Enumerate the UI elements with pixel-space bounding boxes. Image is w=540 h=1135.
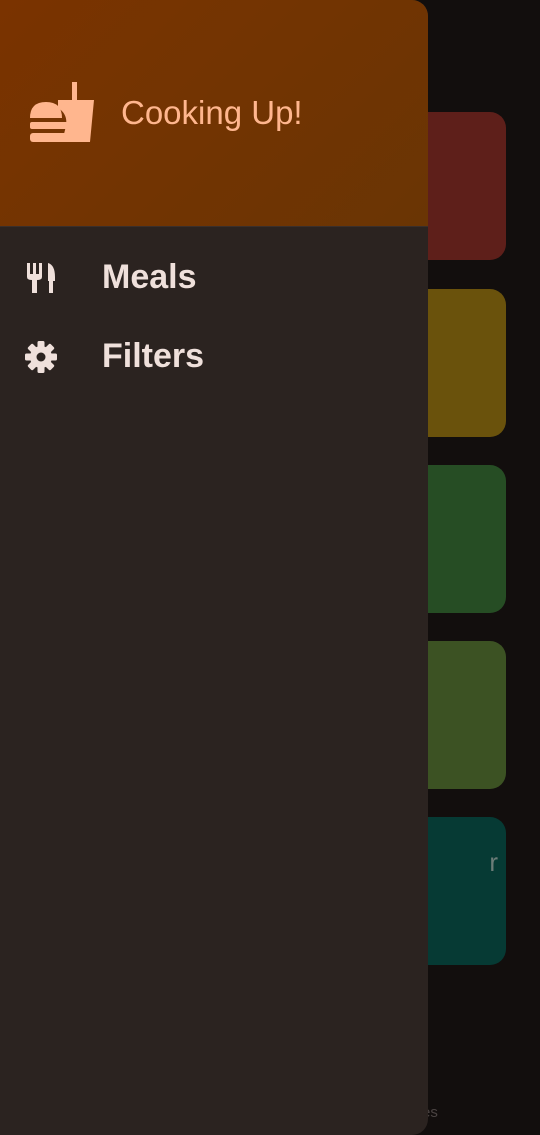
navigation-drawer: Cooking Up! Meals Filters xyxy=(0,0,428,1135)
restaurant-icon xyxy=(27,263,55,293)
settings-icon xyxy=(25,341,57,373)
nav-item-meals[interactable]: Meals xyxy=(0,241,428,313)
drawer-title: Cooking Up! xyxy=(121,94,303,131)
nav-item-label: Filters xyxy=(102,337,205,375)
drawer-header: Cooking Up! xyxy=(0,0,428,227)
nav-item-label: Meals xyxy=(102,258,197,296)
nav-item-filters[interactable]: Filters xyxy=(0,320,428,392)
fastfood-icon xyxy=(30,82,94,142)
category-card-label: r xyxy=(489,847,498,877)
app-screen: r es Cooking Up! Meals Filters xyxy=(0,0,540,1135)
